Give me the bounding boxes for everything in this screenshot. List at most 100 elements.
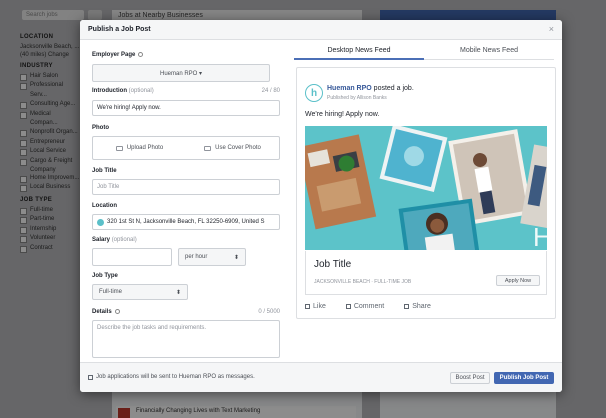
thumbs-up-icon xyxy=(305,304,310,309)
post-message: We're hiring! Apply now. xyxy=(305,111,380,118)
camera-icon xyxy=(115,145,123,151)
bg-industry-item: Professional Serv... xyxy=(20,81,80,100)
comment-label: Comment xyxy=(353,303,385,310)
bg-filters: LOCATION Jacksonville Beach, ... (40 mil… xyxy=(20,30,80,253)
comment-icon xyxy=(345,304,351,309)
like-label: Like xyxy=(313,303,326,310)
bg-location-value: Jacksonville Beach, ... xyxy=(20,44,80,50)
info-icon xyxy=(138,52,144,57)
preview-tabs: Desktop News Feed Mobile News Feed xyxy=(294,42,554,60)
post-preview: h Hueman RPO posted a job. Published by … xyxy=(296,67,556,319)
chevron-down-icon: ⬍ xyxy=(233,254,239,261)
info-icon xyxy=(114,309,120,314)
details-counter: 0 / 5000 xyxy=(258,309,280,315)
comment-button[interactable]: Comment xyxy=(345,303,385,310)
close-icon[interactable]: × xyxy=(549,24,554,34)
page-avatar: h xyxy=(305,84,323,102)
photo-box: Upload Photo Use Cover Photo xyxy=(92,136,280,160)
share-label: Share xyxy=(412,303,431,310)
bg-bottom-post: Financially Changing Lives with Text Mar… xyxy=(116,406,356,418)
job-post-image: H xyxy=(305,126,547,250)
footer-note: Job applications will be sent to Hueman … xyxy=(88,374,255,380)
apply-now-button[interactable]: Apply Now xyxy=(496,275,540,286)
job-type-value: Full-time xyxy=(99,289,123,295)
location-label: Location xyxy=(92,203,117,209)
modal-header: Publish a Job Post × xyxy=(80,20,562,40)
footer-note-text: Job applications will be sent to Hueman … xyxy=(96,374,255,380)
publish-job-modal: Publish a Job Post × Employer Page Huema… xyxy=(80,20,562,392)
employer-page-label-text: Employer Page xyxy=(92,52,136,59)
intro-label: Introduction (optional) xyxy=(92,88,154,94)
bg-industry-item: Local Business xyxy=(20,183,80,193)
modal-footer: Job applications will be sent to Hueman … xyxy=(80,362,562,392)
bg-location-radius: (40 miles) Change xyxy=(20,52,70,58)
bg-industry-item: Home Improvem... xyxy=(20,174,80,184)
details-label: Details xyxy=(92,309,120,315)
job-card-meta: JACKSONVILLE BEACH · FULL-TIME JOB xyxy=(314,279,412,285)
salary-period-value: per hour xyxy=(185,254,208,260)
use-cover-photo-label: Use Cover Photo xyxy=(215,145,261,151)
bg-industry-item: Hair Salon xyxy=(20,72,80,82)
message-icon xyxy=(88,374,93,380)
publish-job-post-button[interactable]: Publish Job Post xyxy=(494,372,554,384)
bg-industry-heading: INDUSTRY xyxy=(20,63,53,69)
intro-counter: 24 / 80 xyxy=(261,88,280,94)
use-cover-photo-button[interactable]: Use Cover Photo xyxy=(186,137,279,159)
job-title-input[interactable]: Job Title xyxy=(92,179,280,195)
bg-industry-item: Entrepreneur xyxy=(20,138,80,148)
bg-industry-item: Medical Compan... xyxy=(20,110,80,129)
salary-label: Salary (optional) xyxy=(92,237,137,243)
bg-post-thumb xyxy=(118,408,130,418)
share-icon xyxy=(404,304,410,309)
details-textarea[interactable]: Describe the job tasks and requirements. xyxy=(92,320,280,358)
page-name: Hueman RPO xyxy=(327,85,372,92)
cover-photo-collage: H xyxy=(305,126,547,250)
post-actions: Like Comment Share xyxy=(305,303,431,310)
bg-industry-item: Nonprofit Organ... xyxy=(20,128,80,138)
bg-job-type-heading: JOB TYPE xyxy=(20,196,53,203)
tab-desktop-news-feed[interactable]: Desktop News Feed xyxy=(294,42,424,60)
location-input[interactable]: 320 1st St N, Jacksonville Beach, FL 322… xyxy=(92,214,280,230)
salary-label-text: Salary xyxy=(92,237,111,243)
bg-job-type-item: Part-time xyxy=(20,215,80,225)
intro-input[interactable]: We're hiring! Apply now. xyxy=(92,100,280,116)
upload-photo-label: Upload Photo xyxy=(126,145,164,151)
modal-title: Publish a Job Post xyxy=(88,26,151,33)
bg-bottom-post-title: Financially Changing Lives with Text Mar… xyxy=(136,408,261,414)
location-value: 320 1st St N, Jacksonville Beach, FL 322… xyxy=(107,219,265,225)
job-type-label: Job Type xyxy=(92,273,118,279)
intro-label-text: Introduction xyxy=(92,88,127,94)
salary-period-select[interactable]: per hour ⬍ xyxy=(178,248,246,266)
location-pin-icon xyxy=(97,218,104,226)
bg-search-input: Search jobs xyxy=(22,10,84,20)
salary-input[interactable] xyxy=(92,248,172,266)
intro-optional: (optional) xyxy=(128,88,154,94)
share-button[interactable]: Share xyxy=(404,303,431,310)
job-title-label: Job Title xyxy=(92,168,117,174)
salary-optional: (optional) xyxy=(111,237,137,243)
bg-job-type-item: Contract xyxy=(20,244,80,253)
photo-label: Photo xyxy=(92,125,109,131)
bg-job-type-item: Internship xyxy=(20,225,80,235)
post-author-line: Hueman RPO posted a job. xyxy=(327,85,414,92)
published-by: Published by Allison Banks xyxy=(327,95,387,101)
details-label-text: Details xyxy=(92,309,112,316)
tab-mobile-news-feed[interactable]: Mobile News Feed xyxy=(424,42,554,60)
bg-industry-item: Consulting Age... xyxy=(20,100,80,110)
employer-page-label: Employer Page xyxy=(92,52,144,59)
bg-location-heading: LOCATION xyxy=(20,34,54,40)
bg-industry-item: Local Service xyxy=(20,147,80,157)
bg-industry-item-cont: Company xyxy=(30,167,56,174)
chevron-down-icon: ⬍ xyxy=(175,289,181,296)
employer-page-select[interactable]: Hueman RPO ▾ xyxy=(92,64,270,82)
bg-industry-item: Cargo & Freight xyxy=(20,157,80,167)
bg-job-type-item: Volunteer xyxy=(20,234,80,244)
bg-job-type-item: Full-time xyxy=(20,206,80,216)
like-button[interactable]: Like xyxy=(305,303,326,310)
job-card: Job Title JACKSONVILLE BEACH · FULL-TIME… xyxy=(305,251,547,295)
svg-text:H: H xyxy=(533,222,547,250)
boost-post-button[interactable]: Boost Post xyxy=(450,372,490,384)
image-icon xyxy=(204,145,212,151)
upload-photo-button[interactable]: Upload Photo xyxy=(93,137,186,159)
job-type-select[interactable]: Full-time ⬍ xyxy=(92,284,188,300)
